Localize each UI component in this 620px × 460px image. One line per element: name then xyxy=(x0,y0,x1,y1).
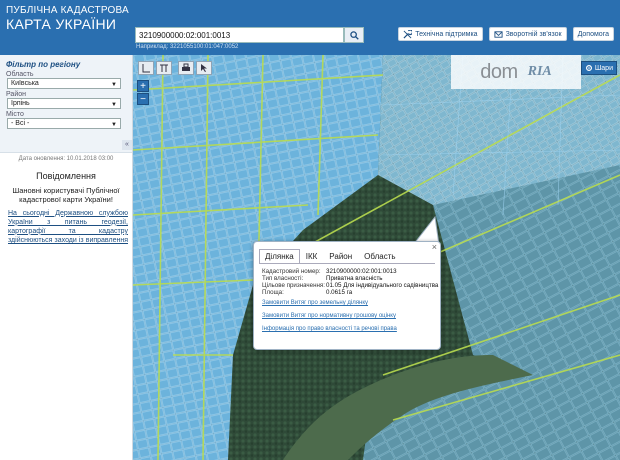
region-filter: Фільтр по регіону Область Київська ▼ Райо… xyxy=(0,55,132,153)
field-value: 01.05 Для індивідуального садівництва xyxy=(326,282,439,289)
info-row: Площа: 0.0615 га xyxy=(262,289,438,296)
zoom-control: + − xyxy=(137,80,149,105)
layers-label: Шари xyxy=(594,64,613,72)
search-button[interactable] xyxy=(344,27,364,43)
notice-link[interactable]: На сьогодні Державною службою України з … xyxy=(0,209,132,245)
feedback-button[interactable]: Зворотній зв'язок xyxy=(488,27,567,41)
parcel-info-table: Кадастровий номер: 3210900000:02:001:001… xyxy=(262,268,438,296)
title-small: ПУБЛІЧНА КАДАСТРОВА xyxy=(6,5,129,16)
support-label: Технічна підтримка xyxy=(415,30,478,38)
help-label: Допомога xyxy=(577,30,609,38)
cursor-icon xyxy=(201,64,207,72)
layers-button[interactable]: Шари xyxy=(580,61,617,75)
chevron-down-icon: ▼ xyxy=(111,122,117,128)
measure-area-button[interactable] xyxy=(156,61,172,75)
notice-title: Повідомлення xyxy=(36,171,96,181)
watermark-dom: dom xyxy=(480,60,518,83)
title-big: КАРТА УКРАЇНИ xyxy=(6,15,117,32)
order-valuation-link[interactable]: Замовити Витяг про нормативну грошову оц… xyxy=(262,313,397,319)
tab-region[interactable]: Область xyxy=(358,249,401,264)
help-button[interactable]: Допомога xyxy=(572,27,614,41)
popup-links: Замовити Витяг про земельну ділянку Замо… xyxy=(262,300,397,339)
tab-district[interactable]: Район xyxy=(323,249,358,264)
info-row: Кадастровий номер: 3210900000:02:001:001… xyxy=(262,268,438,275)
parcel-info-popup: × Ділянка ІКК Район Область Кадастровий … xyxy=(253,241,441,350)
area-icon xyxy=(160,64,168,72)
ownership-info-link[interactable]: Інформація про право власності та речові… xyxy=(262,326,397,332)
popup-tabs: Ділянка ІКК Район Область xyxy=(259,249,402,264)
sidebar: Фільтр по регіону Область Київська ▼ Райо… xyxy=(0,55,133,460)
print-button[interactable] xyxy=(178,61,194,75)
info-row: Цільове призначення: 01.05 Для індивідуа… xyxy=(262,282,438,289)
update-date: Дата оновлення: 10.01.2018 03:00 xyxy=(18,156,114,162)
district-label: Район xyxy=(6,91,26,98)
district-value: Ірпінь xyxy=(11,100,30,107)
search-hint: Наприклад: 3221055100:01:047:0052 xyxy=(136,44,239,50)
search-box: Наприклад: 3221055100:01:047:0052 xyxy=(135,27,364,50)
top-links: Технічна підтримка Зворотній зв'язок Доп… xyxy=(398,27,614,41)
close-icon[interactable]: × xyxy=(432,242,437,252)
district-select[interactable]: Ірпінь ▼ xyxy=(7,98,121,109)
field-key: Кадастровий номер: xyxy=(262,268,321,275)
region-value: Київська xyxy=(11,80,39,87)
printer-icon xyxy=(182,63,190,71)
support-button[interactable]: Технічна підтримка xyxy=(398,27,483,41)
field-value: 0.0615 га xyxy=(326,289,353,296)
identify-button[interactable] xyxy=(196,61,212,75)
watermark-logo: dom RIA xyxy=(451,55,581,89)
field-value: Приватна власність xyxy=(326,275,383,282)
site-logo[interactable]: ПУБЛІЧНА КАДАСТРОВА КАРТА УКРАЇНИ xyxy=(6,5,129,32)
city-select[interactable]: - Всі - ▼ xyxy=(7,118,121,129)
collapse-sidebar-button[interactable]: « xyxy=(122,140,132,150)
watermark-ria: RIA xyxy=(527,64,552,79)
zoom-out-button[interactable]: − xyxy=(137,93,149,105)
info-row: Тип власності: Приватна власність xyxy=(262,275,438,282)
map-view[interactable]: + − dom RIA Шари × Ділянка ІКК Район Обл… xyxy=(133,55,620,460)
region-label: Область xyxy=(6,71,34,78)
chevron-down-icon: ▼ xyxy=(111,82,117,88)
city-value: - Всі - xyxy=(11,120,30,127)
feedback-label: Зворотній зв'язок xyxy=(505,30,562,38)
zoom-in-button[interactable]: + xyxy=(137,80,149,92)
gear-icon xyxy=(585,65,592,71)
notice-greeting: Шановні користувачі Публічної кадастрово… xyxy=(12,186,120,205)
search-icon xyxy=(349,30,359,40)
ruler-icon xyxy=(142,64,150,73)
tab-parcel[interactable]: Ділянка xyxy=(259,249,300,264)
cadastral-search-input[interactable] xyxy=(135,27,344,43)
field-key: Цільове призначення: xyxy=(262,282,325,289)
city-label: Місто xyxy=(6,111,24,118)
header-bar: ПУБЛІЧНА КАДАСТРОВА КАРТА УКРАЇНИ Наприк… xyxy=(0,0,620,55)
chevron-down-icon: ▼ xyxy=(111,102,117,108)
map-toolbar xyxy=(138,61,212,75)
wrench-icon xyxy=(403,29,413,39)
region-select[interactable]: Київська ▼ xyxy=(7,78,121,89)
order-extract-link[interactable]: Замовити Витяг про земельну ділянку xyxy=(262,300,397,306)
measure-distance-button[interactable] xyxy=(138,61,154,75)
field-key: Площа: xyxy=(262,289,284,296)
filter-title: Фільтр по регіону xyxy=(6,60,81,69)
envelope-icon xyxy=(494,30,503,38)
field-value: 3210900000:02:001:0013 xyxy=(326,268,397,275)
field-key: Тип власності: xyxy=(262,275,304,282)
tab-divider xyxy=(259,263,435,264)
tab-ikk[interactable]: ІКК xyxy=(300,249,324,264)
